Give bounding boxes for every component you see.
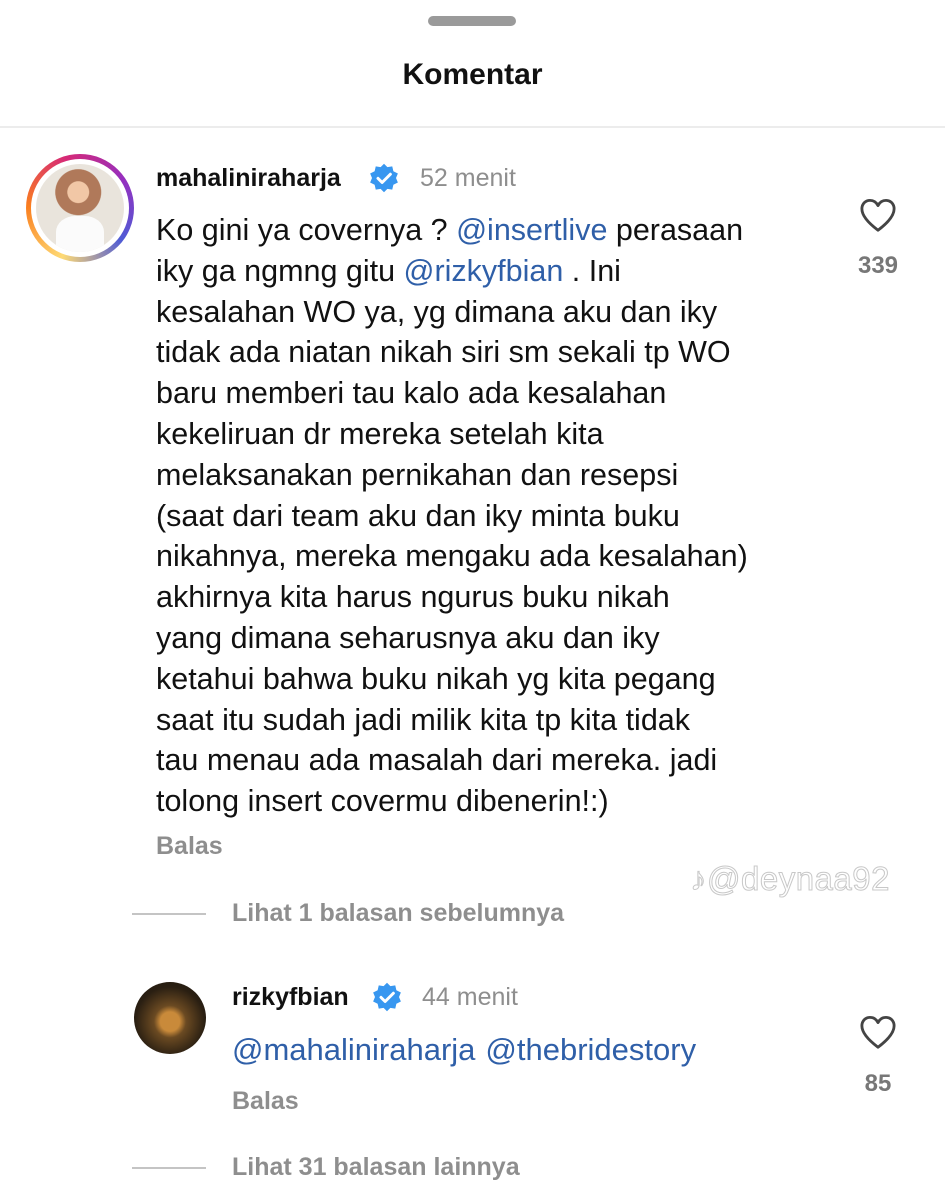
reply-username[interactable]: rizkyfbian [232, 983, 349, 1012]
thread-line [132, 1167, 206, 1169]
verified-badge-icon [373, 982, 401, 1012]
avatar[interactable] [134, 982, 206, 1054]
reply-time: 44 menit [422, 983, 518, 1011]
comment-time: 52 menit [420, 164, 516, 192]
avatar [36, 164, 124, 252]
comment-text-segment: Ko gini ya covernya ? [156, 213, 457, 247]
header-divider [0, 126, 945, 128]
comment-username[interactable]: mahaliniraharja [156, 164, 341, 193]
comment-text-segment: . Ini kesalahan WO ya, yg dimana aku dan… [156, 253, 748, 819]
reply-like-count: 85 [864, 1070, 892, 1097]
reply-button[interactable]: Balas [232, 1087, 299, 1116]
drag-handle[interactable] [428, 16, 516, 26]
mention-link[interactable]: @insertlive [456, 213, 607, 247]
view-previous-replies[interactable]: Lihat 1 balasan sebelumnya [232, 899, 564, 928]
reply-text: @mahaliniraharja @thebridestory [232, 1030, 696, 1070]
mention-link[interactable]: @rizkyfbian [404, 254, 564, 288]
mention-link[interactable]: @thebridestory [485, 1032, 696, 1067]
thread-line [132, 913, 206, 915]
tiktok-watermark: ♪@deynaa92 [690, 860, 890, 898]
comment-text: Ko gini ya covernya ? @insertlive perasa… [156, 210, 836, 822]
view-more-replies[interactable]: Lihat 31 balasan lainnya [232, 1153, 520, 1182]
reply-button[interactable]: Balas [156, 832, 223, 861]
comment-like-count: 339 [857, 252, 899, 279]
watermark-text: @deynaa92 [707, 860, 890, 898]
heart-outline-icon[interactable] [859, 198, 897, 234]
heart-outline-icon[interactable] [859, 1015, 897, 1051]
page-title: Komentar [402, 58, 543, 91]
avatar-story-ring[interactable] [26, 154, 134, 262]
verified-badge-icon [370, 163, 398, 193]
mention-link[interactable]: @mahaliniraharja [232, 1032, 475, 1067]
